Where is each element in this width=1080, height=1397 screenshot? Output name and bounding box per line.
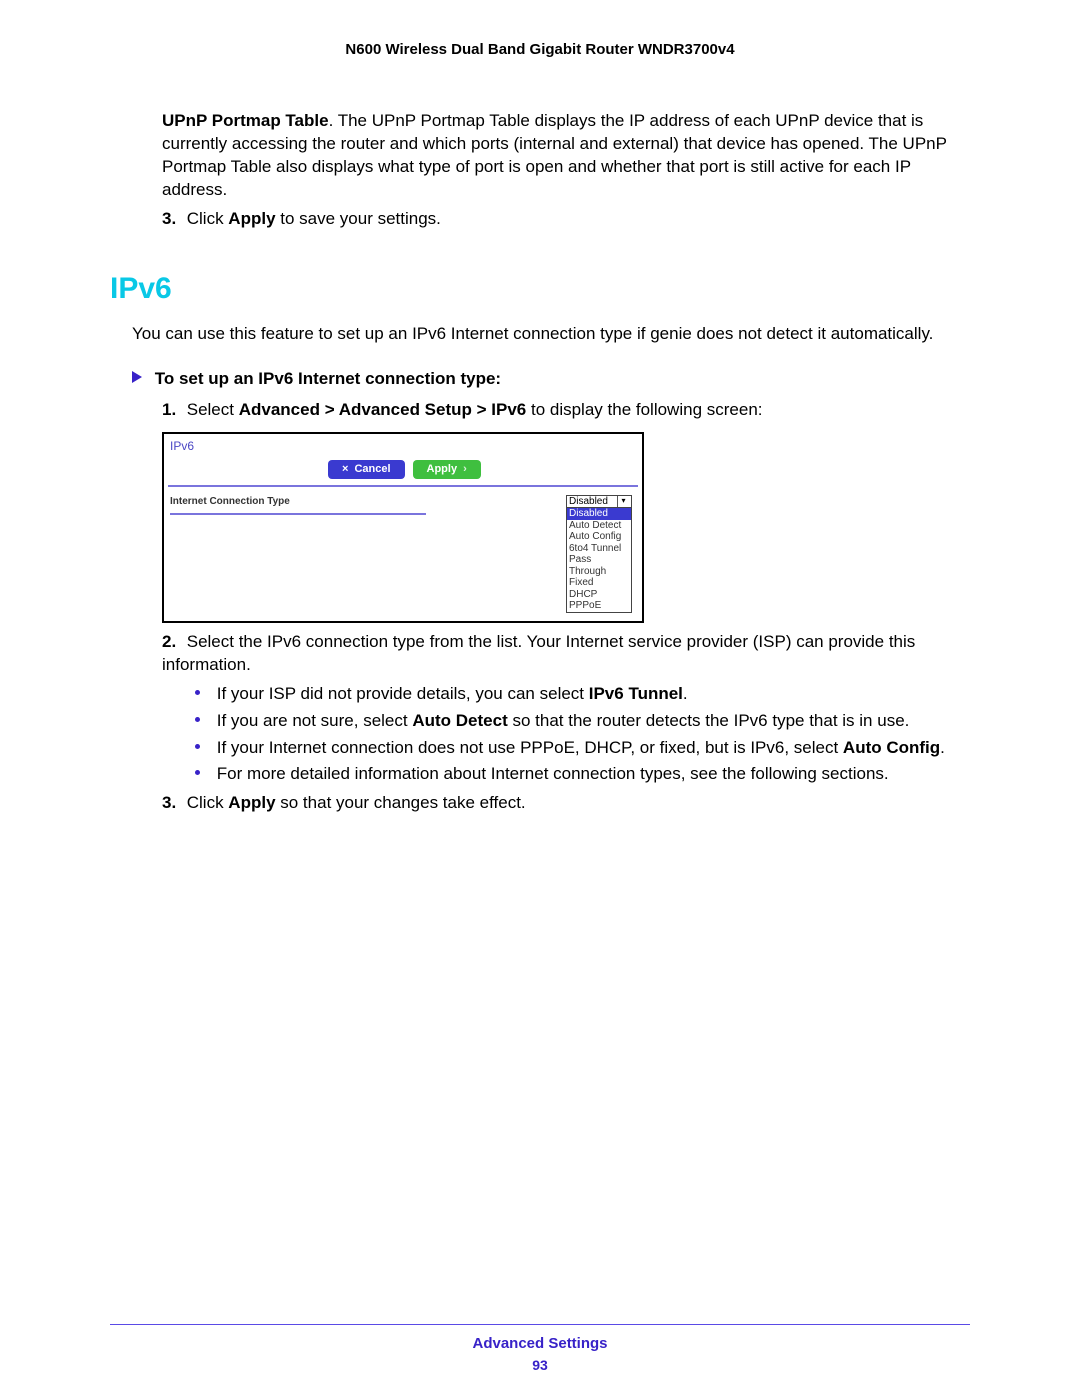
bullet-post: so that the router detects the IPv6 type… <box>508 711 910 730</box>
option-auto-detect[interactable]: Auto Detect <box>567 520 631 532</box>
bullet-2: If you are not sure, select Auto Detect … <box>195 710 970 733</box>
doc-header: N600 Wireless Dual Band Gigabit Router W… <box>110 40 970 60</box>
ipv6-intro: You can use this feature to set up an IP… <box>132 323 970 346</box>
step-text-pre: Select <box>187 400 239 419</box>
ipv6-screenshot: IPv6 × Cancel Apply › Internet Connectio… <box>162 432 644 623</box>
bullet-pre: If you are not sure, select <box>217 711 413 730</box>
option-6to4-tunnel[interactable]: 6to4 Tunnel <box>567 543 631 555</box>
step-number: 1. <box>162 399 182 422</box>
connection-type-select[interactable]: Disabled ▾ <box>566 495 632 508</box>
step-text-post: so that your changes take effect. <box>276 793 526 812</box>
step-number: 2. <box>162 631 182 654</box>
step-text-bold: Advanced > Advanced Setup > IPv6 <box>239 400 527 419</box>
option-pppoe[interactable]: PPPoE <box>567 600 631 612</box>
step-text-pre: Click <box>187 793 229 812</box>
upnp-paragraph: UPnP Portmap Table. The UPnP Portmap Tab… <box>162 110 970 202</box>
field-label: Internet Connection Type <box>170 495 426 515</box>
page-footer: Advanced Settings 93 <box>0 1334 1080 1375</box>
bullet-bold: Auto Detect <box>412 711 507 730</box>
step-apply-bottom: 3. Click Apply so that your changes take… <box>162 792 970 815</box>
connection-type-listbox[interactable]: Disabled Auto Detect Auto Config 6to4 Tu… <box>566 508 632 613</box>
footer-divider <box>110 1324 970 1325</box>
cancel-button[interactable]: × Cancel <box>328 460 405 479</box>
chevron-right-icon: › <box>463 462 467 477</box>
bullet-icon <box>195 770 200 775</box>
footer-page-number: 93 <box>0 1356 1080 1375</box>
step-1: 1. Select Advanced > Advanced Setup > IP… <box>162 399 970 422</box>
bullet-bold: Auto Config <box>843 738 940 757</box>
panel-toolbar: × Cancel Apply › <box>168 456 638 487</box>
bullet-1: If your ISP did not provide details, you… <box>195 683 970 706</box>
bullet-3: If your Internet connection does not use… <box>195 737 970 760</box>
bullet-pre: If your Internet connection does not use… <box>217 738 843 757</box>
step-apply-top: 3. Click Apply to save your settings. <box>162 208 970 231</box>
option-dhcp[interactable]: DHCP <box>567 589 631 601</box>
step-text-post: to display the following screen: <box>526 400 762 419</box>
apply-label: Apply <box>427 462 458 477</box>
bullet-post: . <box>940 738 945 757</box>
option-fixed[interactable]: Fixed <box>567 577 631 589</box>
chevron-down-icon: ▾ <box>617 496 629 507</box>
bullet-bold: IPv6 Tunnel <box>589 684 683 703</box>
panel-title: IPv6 <box>164 434 642 456</box>
bullet-pre: If your ISP did not provide details, you… <box>217 684 589 703</box>
task-title: To set up an IPv6 Internet connection ty… <box>155 369 501 388</box>
step-text-post: to save your settings. <box>276 209 441 228</box>
option-auto-config[interactable]: Auto Config <box>567 531 631 543</box>
option-pass-through[interactable]: Pass Through <box>567 554 631 577</box>
bullet-text: For more detailed information about Inte… <box>217 764 889 783</box>
footer-section: Advanced Settings <box>0 1334 1080 1354</box>
task-heading: To set up an IPv6 Internet connection ty… <box>132 368 970 391</box>
apply-button[interactable]: Apply › <box>413 460 481 479</box>
bullet-4: For more detailed information about Inte… <box>195 763 970 786</box>
step-number: 3. <box>162 208 182 231</box>
cancel-label: Cancel <box>354 462 390 477</box>
step-text-bold: Apply <box>228 209 275 228</box>
step-text-bold: Apply <box>228 793 275 812</box>
step-number: 3. <box>162 792 182 815</box>
section-heading-ipv6: IPv6 <box>110 269 970 310</box>
step-text: Select the IPv6 connection type from the… <box>162 632 915 674</box>
step-2: 2. Select the IPv6 connection type from … <box>162 631 970 677</box>
select-value: Disabled <box>569 495 608 509</box>
chevron-right-icon <box>132 371 142 383</box>
bullet-icon <box>195 744 200 749</box>
option-disabled[interactable]: Disabled <box>567 508 631 520</box>
close-icon: × <box>342 462 348 477</box>
step-text-pre: Click <box>187 209 229 228</box>
bullet-icon <box>195 717 200 722</box>
bullet-post: . <box>683 684 688 703</box>
upnp-bold: UPnP Portmap Table <box>162 111 329 130</box>
bullet-icon <box>195 690 200 695</box>
